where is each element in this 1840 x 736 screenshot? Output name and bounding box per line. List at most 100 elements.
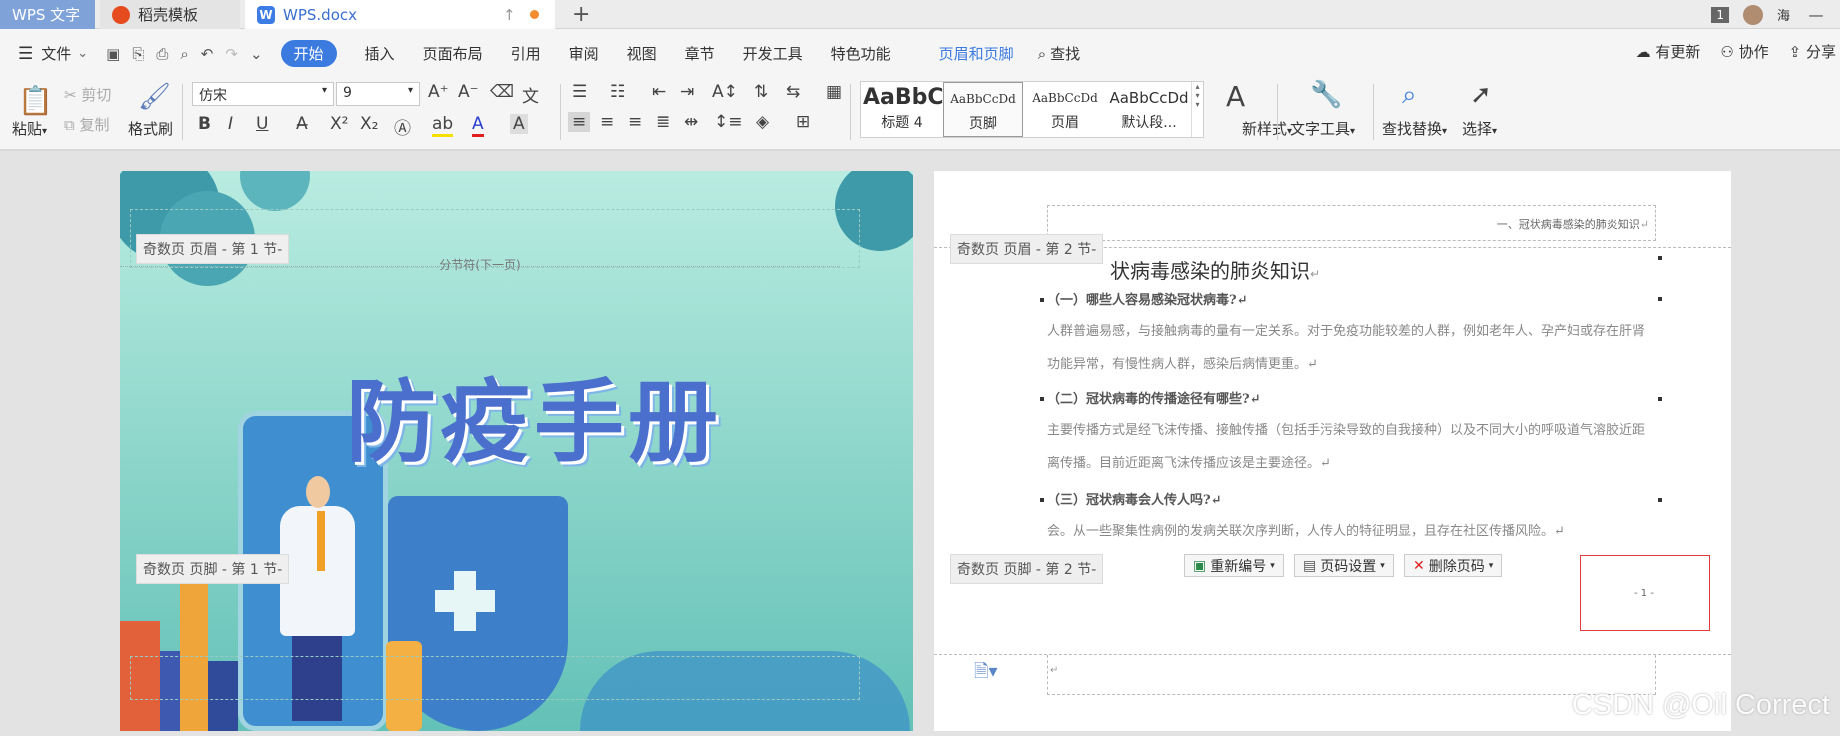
tab-sections[interactable]: 章节 xyxy=(685,43,715,64)
subscript-icon[interactable]: X₂ xyxy=(360,114,378,134)
tab-wps-writer[interactable]: WPS 文字 xyxy=(0,0,95,29)
save-icon[interactable]: ▣ xyxy=(106,45,120,63)
highlight-icon[interactable]: ab xyxy=(432,114,454,137)
tab-home[interactable]: 开始 xyxy=(280,40,337,67)
print-icon[interactable]: ⎙ xyxy=(156,45,168,63)
tab-review[interactable]: 审阅 xyxy=(569,43,599,64)
style-footer[interactable]: AaBbCcDd 页脚 xyxy=(943,82,1023,137)
paragraph-shading-icon[interactable]: ◈ xyxy=(756,112,769,132)
table-icon[interactable]: ▦ xyxy=(826,82,842,102)
format-painter-icon[interactable]: 🖌 xyxy=(138,82,171,112)
content-page[interactable]: 一、冠状病毒感染的肺炎知识↵ 奇数页 页眉 - 第 2 节- 状病毒感染的肺炎知… xyxy=(934,171,1731,731)
find-label[interactable]: 查找 xyxy=(1050,43,1080,64)
question-2[interactable]: （二）冠状病毒的传播途径有哪些?↵ xyxy=(1047,388,1261,407)
justify-icon[interactable]: ≣ xyxy=(656,112,670,132)
font-size-select[interactable]: 9 ▾ xyxy=(336,82,420,106)
tab-document[interactable]: W WPS.docx ↑ xyxy=(245,0,555,29)
delete-page-number-button[interactable]: ✕ 删除页码 ▾ xyxy=(1404,554,1503,577)
new-tab-plus-icon[interactable]: + xyxy=(572,2,590,27)
shrink-font-icon[interactable]: A⁻ xyxy=(458,82,479,102)
find-replace-button[interactable]: 查找替换▾ xyxy=(1382,118,1447,139)
clear-format-icon[interactable]: ⌫ xyxy=(490,82,514,102)
strikethrough-icon[interactable]: A̶ xyxy=(296,114,308,134)
question-3[interactable]: （三）冠状病毒会人传人吗?↵ xyxy=(1047,489,1222,508)
align-right-icon[interactable]: ≡ xyxy=(628,112,642,132)
text-tools-button[interactable]: 文字工具▾ xyxy=(1290,118,1355,139)
new-style-button[interactable]: 新样式▾ xyxy=(1242,118,1292,139)
user-name[interactable]: 海 xyxy=(1777,5,1790,24)
tab-references[interactable]: 引用 xyxy=(511,43,541,64)
tab-insert[interactable]: 插入 xyxy=(365,43,395,64)
find-replace-icon[interactable]: ⌕ xyxy=(1402,80,1417,111)
wrench-icon[interactable]: 🔧 xyxy=(1310,80,1342,110)
collaborate-button[interactable]: ⚇ 协作 xyxy=(1720,41,1768,62)
cover-page[interactable]: 奇数页 页眉 - 第 1 节- 分节符(下一页) 防疫手册 奇数页 页脚 - 第… xyxy=(120,171,913,731)
select-button[interactable]: 选择▾ xyxy=(1462,118,1497,139)
font-family-select[interactable]: 仿宋 ▾ xyxy=(192,82,334,106)
upload-icon[interactable]: ↑ xyxy=(503,6,516,24)
tab-developer[interactable]: 开发工具 xyxy=(743,43,803,64)
distributed-icon[interactable]: ⇹ xyxy=(684,112,698,132)
tab-page-layout[interactable]: 页面布局 xyxy=(423,43,483,64)
document-workspace[interactable]: 奇数页 页眉 - 第 1 节- 分节符(下一页) 防疫手册 奇数页 页脚 - 第… xyxy=(0,151,1840,736)
superscript-icon[interactable]: X² xyxy=(330,114,348,134)
redo-icon[interactable]: ↷ xyxy=(225,45,238,63)
footer-area[interactable] xyxy=(130,656,860,700)
footer-insert-icon[interactable]: 🗎▾ xyxy=(974,659,998,689)
decrease-indent-icon[interactable]: ⇤ xyxy=(652,82,666,102)
tab-special-features[interactable]: 特色功能 xyxy=(831,43,891,64)
align-center-icon[interactable]: ≡ xyxy=(600,112,614,132)
section-title[interactable]: 状病毒感染的肺炎知识↵ xyxy=(1110,255,1320,284)
footer-area[interactable]: ↵ xyxy=(1047,655,1656,695)
style-heading4[interactable]: AaBbC 标题 4 xyxy=(863,82,944,137)
increase-indent-icon[interactable]: ⇥ xyxy=(680,82,694,102)
styles-scroll-icon[interactable]: ▴ ▾ ▾ xyxy=(1191,82,1203,137)
sort-icon[interactable]: ⇅ xyxy=(754,82,768,102)
bullet-list-icon[interactable]: ☰ xyxy=(572,82,587,102)
italic-icon[interactable]: I xyxy=(228,114,233,134)
chevron-down-icon[interactable]: ⌄ xyxy=(77,46,88,61)
align-left-icon[interactable]: ≡ xyxy=(568,112,591,132)
print-preview-icon[interactable]: ⌕ xyxy=(180,45,188,63)
tab-view[interactable]: 视图 xyxy=(627,43,657,64)
customize-toolbar-icon[interactable]: ⌄ xyxy=(250,45,263,63)
paste-icon[interactable]: 📋 xyxy=(18,84,53,117)
font-color-icon[interactable]: A xyxy=(472,114,484,137)
cut-button[interactable]: ✂ 剪切 xyxy=(64,84,111,105)
char-shading-icon[interactable]: A xyxy=(510,114,528,134)
cursor-icon[interactable]: ➚ xyxy=(1470,80,1492,110)
grow-font-icon[interactable]: A⁺ xyxy=(428,82,449,102)
question-1[interactable]: （一）哪些人容易感染冠状病毒?↵ xyxy=(1047,289,1248,308)
style-header[interactable]: AaBbCcDd 页眉 xyxy=(1025,82,1105,137)
line-spacing-icon[interactable]: ↕≡ xyxy=(714,112,743,132)
bold-icon[interactable]: B xyxy=(198,114,211,134)
tab-header-footer[interactable]: 页眉和页脚 xyxy=(939,43,1014,64)
underline-icon[interactable]: U xyxy=(256,114,268,134)
new-style-icon[interactable]: A xyxy=(1226,80,1245,113)
style-default[interactable]: AaBbCcDd 默认段... xyxy=(1107,82,1191,137)
format-painter-button[interactable]: 格式刷 xyxy=(128,118,173,139)
phonetic-guide-icon[interactable]: 文 xyxy=(522,82,539,107)
copy-button[interactable]: ⧉ 复制 xyxy=(64,114,110,135)
paragraph-2[interactable]: 主要传播方式是经飞沫传播、接触传播（包括手污染导致的自我接种）以及不同大小的呼吸… xyxy=(1047,414,1657,480)
text-direction-icon[interactable]: A↕ xyxy=(712,82,738,102)
window-count-badge[interactable]: 1 xyxy=(1711,6,1729,23)
page-number[interactable]: - 1 - xyxy=(1634,588,1654,599)
page-number-settings-button[interactable]: ▤ 页码设置 ▾ xyxy=(1294,554,1394,577)
numbered-list-icon[interactable]: ☷ xyxy=(610,82,625,102)
undo-icon[interactable]: ↶ xyxy=(201,45,214,63)
renumber-button[interactable]: ▣ 重新编号 ▾ xyxy=(1184,554,1284,577)
search-icon[interactable]: ⌕ xyxy=(1038,45,1046,63)
paragraph-1[interactable]: 人群普遍易感，与接触病毒的量有一定关系。对于免疫功能较差的人群，例如老年人、孕产… xyxy=(1047,315,1657,381)
text-effect-icon[interactable]: Ⓐ xyxy=(394,114,411,139)
share-button[interactable]: ⇪ 分享 xyxy=(1789,41,1836,62)
export-pdf-icon[interactable]: ⎘ xyxy=(132,45,144,63)
avatar[interactable] xyxy=(1742,4,1763,25)
file-menu[interactable]: 文件 xyxy=(41,43,71,64)
cover-title[interactable]: 防疫手册 xyxy=(346,349,722,479)
show-marks-icon[interactable]: ⇆ xyxy=(786,82,800,102)
borders-icon[interactable]: ⊞ xyxy=(796,112,810,132)
update-button[interactable]: ☁ 有更新 xyxy=(1636,41,1701,62)
paragraph-3[interactable]: 会。从一些聚集性病例的发病关联次序判断，人传人的特征明显，且存在社区传播风险。↵ xyxy=(1047,515,1657,548)
hamburger-menu-icon[interactable]: ☰ xyxy=(18,44,33,64)
